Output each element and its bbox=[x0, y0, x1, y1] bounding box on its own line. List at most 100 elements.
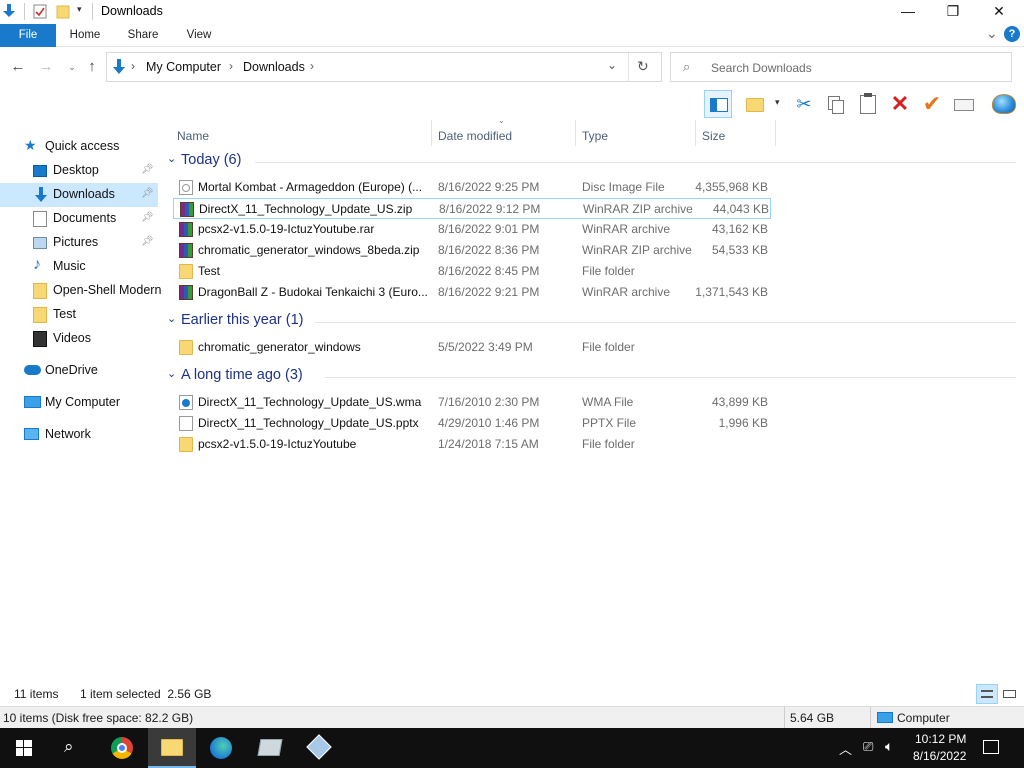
new-folder-button[interactable] bbox=[742, 90, 770, 118]
start-button[interactable] bbox=[0, 728, 48, 768]
search-icon: ⌕ bbox=[64, 737, 74, 756]
clock-date[interactable]: 8/16/2022 bbox=[913, 749, 966, 763]
forward-button[interactable]: → bbox=[36, 57, 56, 77]
file-row[interactable]: pcsx2-v1.5.0-19-IctuzYoutube.rar 8/16/202… bbox=[173, 219, 771, 240]
email-icon[interactable] bbox=[950, 90, 978, 118]
navigation-pane-button[interactable] bbox=[704, 90, 732, 118]
sidebar-item-videos[interactable]: Videos bbox=[0, 327, 158, 351]
sidebar-item-desktop[interactable]: Desktop 📌︎ bbox=[0, 159, 158, 183]
address-bar[interactable]: › My Computer › Downloads › ⌄ ↻ bbox=[106, 52, 662, 82]
search-input[interactable]: Search Downloads bbox=[711, 61, 812, 75]
clock-time[interactable]: 10:12 PM bbox=[915, 732, 966, 746]
help-icon[interactable]: ? bbox=[1004, 26, 1020, 42]
collapse-chevron-icon[interactable]: ⌄ bbox=[167, 367, 176, 380]
back-button[interactable]: ← bbox=[8, 57, 28, 77]
sidebar-item-label: Downloads bbox=[53, 187, 115, 201]
file-row[interactable]: DirectX_11_Technology_Update_US.zip 8/16/… bbox=[173, 198, 771, 219]
file-explorer-icon bbox=[161, 739, 183, 756]
file-date: 5/5/2022 3:49 PM bbox=[438, 340, 533, 354]
search-box[interactable]: ⌕ Search Downloads bbox=[670, 52, 1012, 82]
sort-indicator-icon: ⌄ bbox=[498, 116, 505, 125]
app-taskbar-button[interactable] bbox=[246, 728, 294, 768]
cut-icon[interactable]: ✂ bbox=[790, 90, 818, 118]
total-size: 5.64 GB bbox=[790, 711, 835, 725]
sidebar-item-test[interactable]: Test bbox=[0, 303, 158, 327]
file-size: 54,533 KB bbox=[711, 243, 768, 257]
file-date: 8/16/2022 9:12 PM bbox=[439, 202, 541, 216]
sidebar-item-pictures[interactable]: Pictures 📌︎ bbox=[0, 231, 158, 255]
breadcrumb-my-computer[interactable]: My Computer bbox=[146, 60, 221, 74]
new-folder-icon[interactable] bbox=[56, 4, 70, 19]
close-button[interactable]: ✕ bbox=[976, 0, 1022, 24]
column-header-size[interactable]: Size bbox=[702, 125, 725, 147]
column-header-date-modified[interactable]: Date modified bbox=[438, 125, 512, 147]
file-row[interactable]: DirectX_11_Technology_Update_US.pptx 4/29… bbox=[173, 413, 771, 434]
tool-taskbar-button[interactable] bbox=[296, 728, 344, 768]
sidebar-item-open-shell-modern[interactable]: Open-Shell Modern bbox=[0, 279, 161, 303]
file-row[interactable]: pcsx2-v1.5.0-19-IctuzYoutube 1/24/2018 7:… bbox=[173, 434, 771, 455]
file-row[interactable]: DirectX_11_Technology_Update_US.wma 7/16/… bbox=[173, 392, 771, 413]
file-date: 8/16/2022 9:25 PM bbox=[438, 180, 540, 194]
network-tray-icon[interactable]: ⎚ bbox=[863, 739, 873, 755]
tool-icon bbox=[306, 734, 332, 760]
up-button[interactable]: ↑ bbox=[82, 57, 102, 77]
file-row[interactable]: Mortal Kombat - Armageddon (Europe) (...… bbox=[173, 177, 771, 198]
delete-icon[interactable]: ✕ bbox=[886, 90, 914, 118]
nav-onedrive[interactable]: OneDrive bbox=[0, 359, 158, 383]
notification-center-icon[interactable] bbox=[983, 740, 999, 754]
tab-share[interactable]: Share bbox=[120, 24, 166, 47]
show-hidden-icons-icon[interactable]: ︿ bbox=[839, 739, 852, 758]
group-header[interactable]: ⌄ Today (6) bbox=[165, 151, 1020, 173]
properties-check-icon[interactable]: ✔ bbox=[918, 90, 946, 118]
paste-icon[interactable] bbox=[854, 90, 882, 118]
star-icon: ★ bbox=[24, 137, 37, 153]
column-header-name[interactable]: Name bbox=[177, 125, 209, 147]
navigation-pane: ★ Quick access Desktop 📌︎ Downloads 📌︎ Docum… bbox=[0, 130, 161, 680]
sidebar-item-documents[interactable]: Documents 📌︎ bbox=[0, 207, 158, 231]
minimize-button[interactable]: — bbox=[885, 0, 931, 24]
chrome-taskbar-button[interactable] bbox=[98, 728, 146, 768]
refresh-icon[interactable]: ↻ bbox=[637, 58, 649, 75]
nav-my-computer[interactable]: My Computer bbox=[0, 391, 158, 415]
properties-icon[interactable] bbox=[33, 4, 47, 19]
edge-taskbar-button[interactable] bbox=[198, 728, 246, 768]
details-view-button[interactable] bbox=[976, 684, 998, 704]
column-header-type[interactable]: Type bbox=[582, 125, 608, 147]
tab-view[interactable]: View bbox=[176, 24, 222, 47]
nav-quick-access[interactable]: ★ Quick access bbox=[0, 135, 158, 159]
file-date: 8/16/2022 9:01 PM bbox=[438, 222, 540, 236]
collapse-chevron-icon[interactable]: ⌄ bbox=[167, 312, 176, 325]
file-explorer-taskbar-button[interactable] bbox=[148, 728, 196, 768]
winrar-icon bbox=[179, 243, 193, 258]
file-row[interactable]: chromatic_generator_windows 5/5/2022 3:49… bbox=[173, 337, 771, 358]
tab-file[interactable]: File bbox=[0, 24, 56, 47]
file-row[interactable]: Test 8/16/2022 8:45 PM File folder bbox=[173, 261, 771, 282]
tab-home[interactable]: Home bbox=[62, 24, 108, 47]
zone-location: Computer bbox=[897, 711, 950, 725]
address-dropdown-icon[interactable]: ⌄ bbox=[607, 58, 617, 72]
search-taskbar-button[interactable]: ⌕ bbox=[48, 728, 96, 768]
sidebar-item-music[interactable]: ♪ Music bbox=[0, 255, 158, 279]
group-header[interactable]: ⌄ Earlier this year (1) bbox=[165, 311, 1020, 333]
large-icons-view-button[interactable] bbox=[1000, 685, 1020, 703]
collapse-chevron-icon[interactable]: ⌄ bbox=[167, 152, 176, 165]
open-shell-settings-icon[interactable] bbox=[990, 90, 1018, 118]
file-name: pcsx2-v1.5.0-19-IctuzYoutube bbox=[198, 437, 357, 451]
customize-quick-access-icon[interactable]: ▾ bbox=[77, 4, 82, 15]
recent-locations-button[interactable]: ⌄ bbox=[62, 57, 82, 77]
file-row[interactable]: chromatic_generator_windows_8beda.zip 8/1… bbox=[173, 240, 771, 261]
breadcrumb-downloads[interactable]: Downloads bbox=[243, 60, 305, 74]
copy-icon[interactable] bbox=[822, 90, 850, 118]
file-type: WinRAR archive bbox=[582, 285, 671, 299]
sidebar-item-downloads[interactable]: Downloads 📌︎ bbox=[0, 183, 158, 207]
nav-network[interactable]: Network bbox=[0, 423, 158, 447]
new-folder-dropdown-icon[interactable]: ▾ bbox=[775, 97, 780, 108]
file-row[interactable]: DragonBall Z - Budokai Tenkaichi 3 (Euro… bbox=[173, 282, 771, 303]
onedrive-cloud-icon bbox=[24, 365, 41, 375]
group-title: Earlier this year (1) bbox=[181, 312, 304, 328]
expand-ribbon-icon[interactable]: ⌄ bbox=[986, 25, 998, 42]
maximize-button[interactable]: ❐ bbox=[930, 0, 976, 24]
group-header[interactable]: ⌄ A long time ago (3) bbox=[165, 366, 1020, 388]
volume-icon[interactable]: 🔈︎ bbox=[885, 738, 893, 755]
file-icon bbox=[179, 416, 193, 431]
